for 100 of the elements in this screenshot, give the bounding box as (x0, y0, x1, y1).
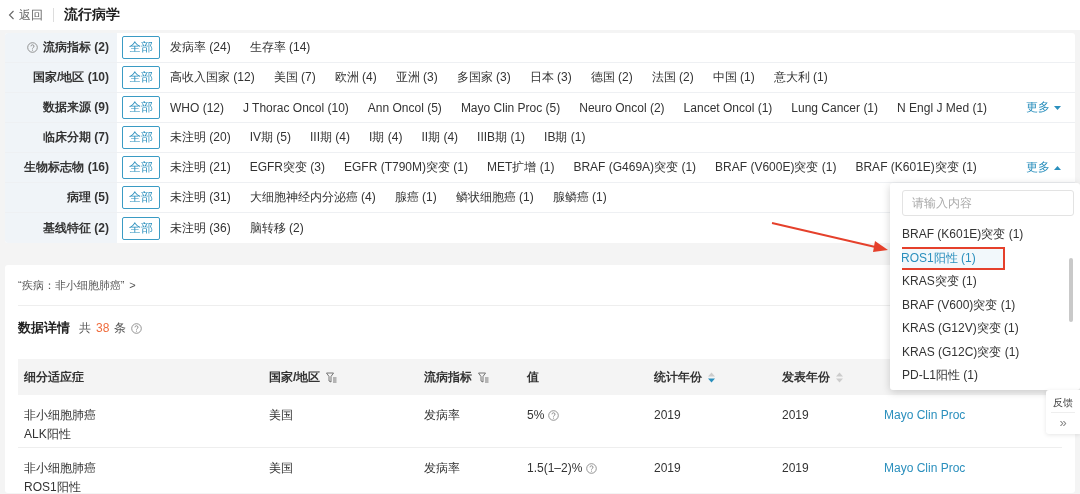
filter-option[interactable]: Neuro Oncol (2) (579, 100, 665, 115)
chevron-left-icon (8, 10, 15, 20)
more-button[interactable]: 更多 (1026, 159, 1061, 176)
filter-option[interactable]: IIIB期 (1) (477, 129, 526, 146)
filter-option[interactable]: 美国 (7) (273, 69, 316, 86)
all-filter-tag[interactable]: 全部 (122, 96, 160, 119)
breadcrumb-arrow[interactable]: > (129, 279, 136, 291)
dropdown-item[interactable]: KRAS (G12C)突变 (1) (902, 340, 1077, 364)
table-cell: 非小细胞肺癌 ALK阳性 (24, 408, 96, 441)
filter-option[interactable]: 未注明 (36) (170, 219, 231, 237)
section-title: 数据详情 (18, 319, 70, 337)
all-filter-tag[interactable]: 全部 (122, 216, 160, 240)
filter-option[interactable]: 发病率 (24) (170, 39, 231, 56)
filter-label: 生物标志物 (16) (24, 159, 109, 176)
dropdown-item[interactable]: ROS1阳性 (1) (902, 246, 1005, 270)
table-cell: 美国 (269, 461, 293, 475)
filter-label: 病理 (5) (67, 189, 109, 206)
table-cell: 发病率 (424, 461, 460, 475)
sort-icon[interactable] (836, 371, 843, 383)
filter-option[interactable]: II期 (4) (421, 129, 459, 146)
column-header: 统计年份 (654, 368, 702, 386)
table-cell: 2019 (654, 461, 681, 475)
column-header: 国家/地区 (269, 368, 321, 386)
filter-option[interactable]: 亚洲 (3) (395, 69, 438, 86)
filter-option[interactable]: Lancet Oncol (1) (683, 100, 773, 115)
dropdown-item[interactable]: BRAF (V600)突变 (1) (902, 293, 1077, 317)
filter-option[interactable]: 日本 (3) (529, 69, 572, 86)
filter-option[interactable]: 未注明 (20) (170, 129, 231, 146)
filter-option[interactable]: EGFR (T790M)突变 (1) (344, 159, 469, 176)
filter-option[interactable]: 德国 (2) (590, 69, 633, 86)
filter-option[interactable]: Lung Cancer (1) (791, 100, 879, 115)
count-value: 38 (96, 321, 110, 335)
filter-option[interactable]: 腺鳞癌 (1) (552, 189, 607, 206)
help-icon[interactable] (548, 410, 560, 421)
collapse-button[interactable]: » (1059, 415, 1067, 430)
count-label: 条 (114, 319, 127, 337)
caret-down-icon (1054, 105, 1061, 110)
search-field[interactable]: 请输入内容 (902, 190, 1074, 216)
filter-option[interactable]: 生存率 (14) (249, 39, 311, 56)
filter-label: 数据来源 (9) (43, 99, 109, 116)
more-button[interactable]: 更多 (1026, 99, 1061, 116)
table-cell-text: 5% (527, 407, 545, 424)
source-link[interactable]: Mayo Clin Proc (884, 408, 966, 422)
filter-option[interactable]: N Engl J Med (1) (897, 100, 988, 115)
all-filter-tag[interactable]: 全部 (122, 126, 160, 149)
filter-option[interactable]: I期 (4) (369, 129, 403, 146)
filter-option[interactable]: 腺癌 (1) (394, 189, 437, 206)
filter-option[interactable]: 鳞状细胞癌 (1) (455, 189, 534, 206)
filter-option[interactable]: Ann Oncol (5) (367, 100, 442, 115)
dropdown-item[interactable]: KRAS突变 (1) (902, 270, 1077, 294)
table-cell: 美国 (269, 408, 293, 422)
all-filter-tag[interactable]: 全部 (122, 36, 160, 59)
filter-label: 流病指标 (2) (43, 39, 109, 56)
filter-option[interactable]: BRAF (V600E)突变 (1) (715, 159, 837, 176)
scrollbar[interactable] (1069, 258, 1073, 322)
count-label: 共 (79, 319, 91, 337)
filter-option[interactable]: 多国家 (3) (456, 69, 511, 86)
filter-label: 基线特征 (2) (43, 219, 109, 237)
column-header: 发表年份 (782, 368, 830, 386)
filter-option[interactable]: IB期 (1) (544, 129, 586, 146)
help-icon[interactable] (586, 463, 598, 474)
table-cell: 2019 (654, 408, 681, 422)
back-link[interactable]: 返回 (8, 6, 43, 24)
dropdown-item[interactable]: KRAS (G12V)突变 (1) (902, 317, 1077, 341)
filter-option[interactable]: 未注明 (31) (170, 189, 231, 206)
filter-option[interactable]: 中国 (1) (712, 69, 755, 86)
all-filter-tag[interactable]: 全部 (122, 186, 160, 209)
all-filter-tag[interactable]: 全部 (122, 156, 160, 179)
filter-option[interactable]: 未注明 (21) (170, 159, 231, 176)
dropdown-item[interactable]: BRAF (K601E)突变 (1) (902, 223, 1077, 247)
filter-option[interactable]: 意大利 (1) (773, 69, 828, 86)
help-icon[interactable] (131, 322, 143, 334)
filter-option[interactable]: Mayo Clin Proc (5) (460, 100, 561, 115)
filter-option[interactable]: BRAF (G469A)突变 (1) (573, 159, 697, 176)
filter-option[interactable]: 欧洲 (4) (334, 69, 377, 86)
table-cell: 2019 (782, 408, 809, 422)
filter-option[interactable]: WHO (12) (170, 100, 224, 115)
table-cell-text: 1.5(1–2)% (527, 460, 583, 477)
filter-option[interactable]: IV期 (5) (249, 129, 292, 146)
sort-icon[interactable] (708, 371, 715, 383)
filter-icon[interactable] (478, 371, 489, 383)
filter-option[interactable]: III期 (4) (310, 129, 351, 146)
filter-option[interactable]: MET扩增 (1) (487, 159, 555, 176)
source-link[interactable]: Mayo Clin Proc (884, 461, 966, 475)
filter-option[interactable]: 脑转移 (2) (249, 219, 304, 237)
filter-option[interactable]: BRAF (K601E)突变 (1) (855, 159, 977, 176)
filter-icon[interactable] (326, 371, 338, 383)
filter-option[interactable]: 大细胞神经内分泌癌 (4) (249, 189, 376, 206)
filter-label: 临床分期 (7) (43, 129, 109, 146)
filter-option[interactable]: 法国 (2) (651, 69, 694, 86)
filter-option[interactable]: EGFR突变 (3) (249, 159, 326, 176)
feedback-label[interactable]: 反馈 (1051, 390, 1075, 413)
help-icon[interactable] (27, 42, 38, 53)
all-filter-tag[interactable]: 全部 (122, 66, 160, 89)
table-cell: 发病率 (424, 408, 460, 422)
filter-option[interactable]: 高收入国家 (12) (170, 69, 255, 86)
caret-up-icon (1054, 165, 1061, 170)
breadcrumb[interactable]: “疾病：非小细胞肺癌” (18, 277, 125, 293)
dropdown-item[interactable]: PD-L1阳性 (1) (902, 364, 1077, 388)
filter-option[interactable]: J Thorac Oncol (10) (243, 100, 349, 115)
